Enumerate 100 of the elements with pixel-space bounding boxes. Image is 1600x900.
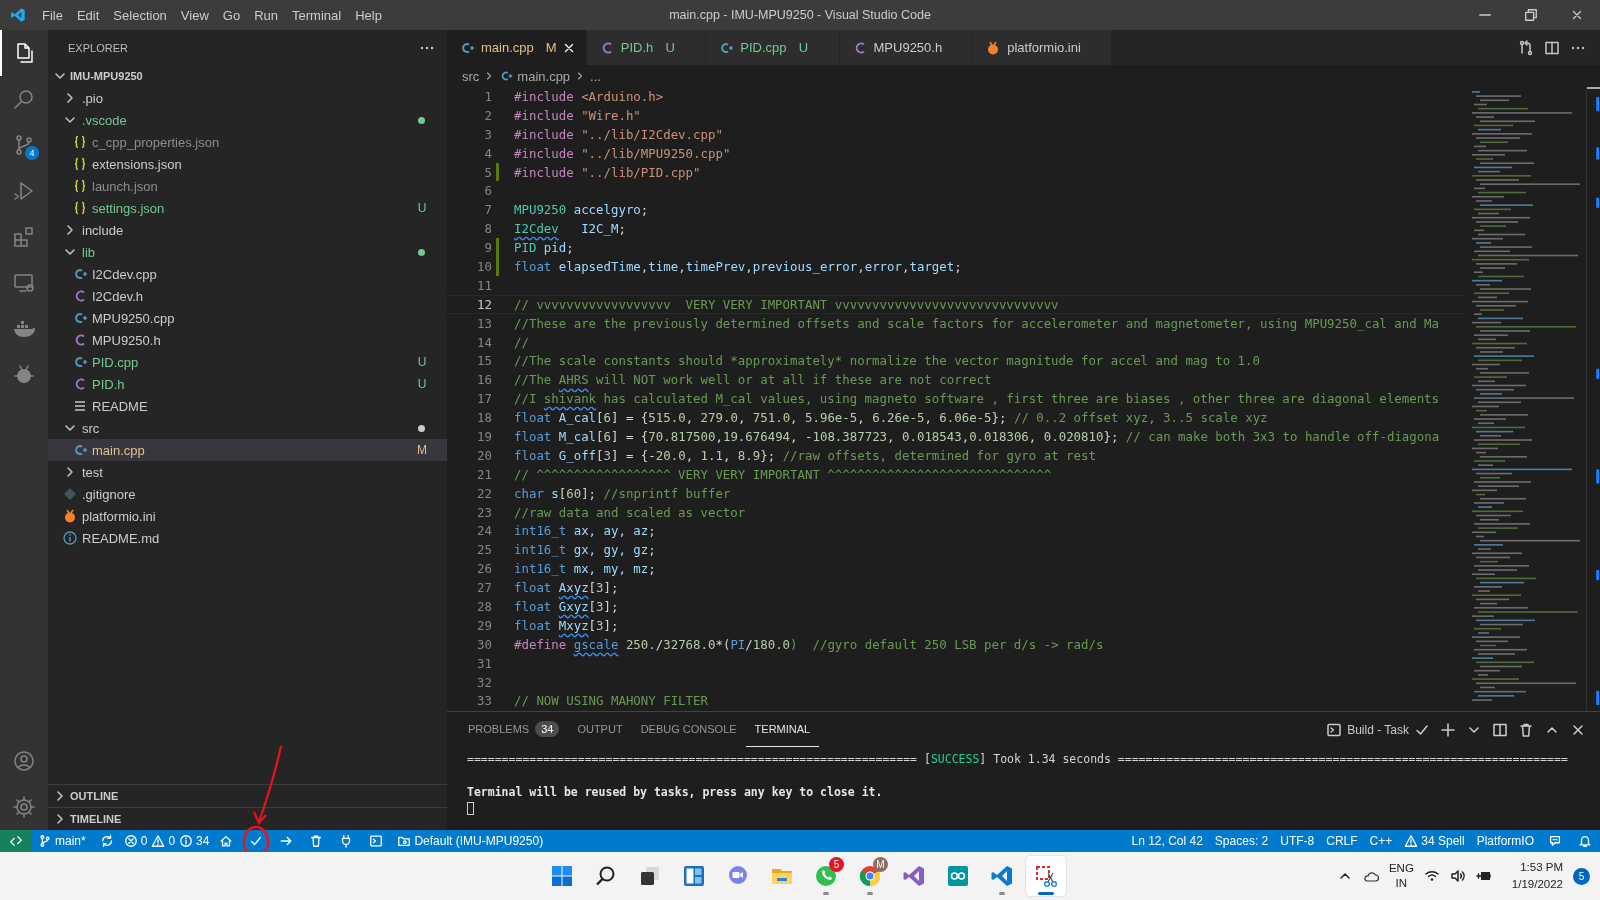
- explorer-row[interactable]: lib: [48, 241, 447, 263]
- remote-icon: [9, 834, 23, 848]
- restore-icon[interactable]: [1524, 8, 1538, 22]
- breadcrumb-item[interactable]: src: [462, 68, 480, 84]
- menu-item[interactable]: Edit: [69, 7, 107, 23]
- line-number: 29: [476, 617, 492, 633]
- language-indicator[interactable]: ENG: [1388, 861, 1414, 876]
- panel-tab[interactable]: TERMINAL: [745, 712, 820, 747]
- explorer-row[interactable]: PID.h U: [48, 373, 447, 395]
- close-icon[interactable]: [1570, 8, 1584, 22]
- explorer-row[interactable]: I2Cdev.cpp: [48, 263, 447, 285]
- clock-time[interactable]: 1:53 PM: [1520, 859, 1563, 876]
- editor-tab[interactable]: PID.h U: [586, 30, 707, 65]
- git-status: U: [416, 355, 428, 369]
- explorer-row[interactable]: README.md: [48, 527, 447, 549]
- folder-name: lib: [82, 244, 96, 260]
- menu-item[interactable]: Terminal: [285, 7, 349, 23]
- explorer-row[interactable]: platformio.ini: [48, 505, 447, 527]
- explorer-row[interactable]: settings.json U: [48, 197, 447, 219]
- editor-tab[interactable]: main.cpp M: [447, 30, 587, 65]
- status-item[interactable]: 0: [149, 830, 178, 852]
- menu-item[interactable]: File: [35, 7, 70, 23]
- split-icon[interactable]: [1492, 721, 1508, 738]
- breadcrumb-item[interactable]: main.cpp: [499, 68, 571, 84]
- section-header[interactable]: OUTLINE: [70, 790, 119, 802]
- menu-item[interactable]: View: [173, 7, 216, 23]
- explorer-row[interactable]: c_cpp_properties.json: [48, 131, 447, 153]
- explorer-row[interactable]: README: [48, 395, 447, 417]
- notification-badge[interactable]: 5: [1573, 867, 1590, 885]
- notification-badge: 5: [829, 857, 844, 872]
- explorer-row[interactable]: .pio: [48, 87, 447, 109]
- sync-icon[interactable]: [99, 834, 114, 848]
- editor-tab[interactable]: PID.cpp U: [706, 30, 840, 65]
- split-icon[interactable]: [1544, 39, 1560, 56]
- status-item[interactable]: C++: [1363, 830, 1399, 852]
- account-icon[interactable]: [12, 749, 36, 773]
- check-icon[interactable]: [249, 834, 264, 848]
- scissors-icon[interactable]: [1034, 864, 1058, 888]
- task-view-icon[interactable]: [638, 864, 662, 888]
- explorer-row[interactable]: main.cpp M: [48, 439, 447, 461]
- editor-tab[interactable]: platformio.ini: [973, 30, 1112, 65]
- explorer-row[interactable]: MPU9250.cpp: [48, 307, 447, 329]
- status-item[interactable]: 34 Spell: [1398, 830, 1471, 852]
- speaker-icon[interactable]: [1449, 868, 1466, 884]
- file-name: settings.json: [92, 200, 166, 216]
- monitor-icon[interactable]: [12, 271, 36, 295]
- infinity-icon[interactable]: [946, 864, 970, 888]
- status-item[interactable]: PlatformIO: [1470, 830, 1540, 852]
- play-bug-icon[interactable]: [12, 179, 36, 203]
- folder-name[interactable]: IMU-MPU9250: [70, 70, 143, 82]
- menu-item[interactable]: Selection: [106, 7, 174, 23]
- taskbar-button[interactable]: [1026, 856, 1066, 896]
- explorer-row[interactable]: MPU9250.h: [48, 329, 447, 351]
- line-number: 2: [483, 107, 492, 123]
- editor-tab[interactable]: MPU9250.h: [839, 30, 974, 65]
- task-selector[interactable]: Build - Task: [1326, 721, 1430, 738]
- status-item[interactable]: Default (IMU-MPU9250): [391, 830, 550, 852]
- section-header[interactable]: TIMELINE: [70, 813, 122, 825]
- menu-item[interactable]: Help: [348, 7, 389, 23]
- line-number: 5: [483, 164, 492, 180]
- remote-button[interactable]: [0, 830, 32, 852]
- start-icon[interactable]: [550, 864, 574, 888]
- language-indicator[interactable]: IN: [1395, 876, 1408, 891]
- status-item[interactable]: 0: [121, 830, 150, 852]
- explorer-row[interactable]: test: [48, 461, 447, 483]
- explorer-row[interactable]: extensions.json: [48, 153, 447, 175]
- status-item[interactable]: Spaces: 2: [1208, 830, 1275, 852]
- explorer-row[interactable]: .gitignore: [48, 483, 447, 505]
- menu-item[interactable]: Go: [215, 7, 248, 23]
- wifi-icon[interactable]: [1423, 868, 1440, 884]
- status-item[interactable]: CRLF: [1320, 830, 1364, 852]
- status-item[interactable]: Ln 12, Col 42: [1125, 830, 1209, 852]
- bell-icon[interactable]: [1578, 834, 1592, 848]
- plus-icon[interactable]: [1440, 721, 1456, 738]
- panel-tab[interactable]: OUTPUT: [568, 712, 632, 747]
- compare-icon[interactable]: [1518, 39, 1534, 56]
- explorer-row[interactable]: I2Cdev.h: [48, 285, 447, 307]
- explorer-row[interactable]: PID.cpp U: [48, 351, 447, 373]
- ribbon-icon[interactable]: [902, 864, 926, 888]
- ribbon-icon[interactable]: [990, 864, 1014, 888]
- panel-tab[interactable]: DEBUG CONSOLE: [631, 712, 746, 747]
- explorer-row[interactable]: include: [48, 219, 447, 241]
- panel-tab[interactable]: PROBLEMS 34: [459, 712, 569, 747]
- status-item[interactable]: UTF-8: [1274, 830, 1321, 852]
- terminal-icon[interactable]: [369, 834, 384, 848]
- clock-date[interactable]: 1/19/2022: [1511, 876, 1563, 893]
- blocks-icon[interactable]: [12, 225, 36, 249]
- menu-item[interactable]: Run: [247, 7, 285, 23]
- explorer-row[interactable]: launch.json: [48, 175, 447, 197]
- explorer-row[interactable]: src: [48, 417, 447, 439]
- arrow-icon[interactable]: [279, 834, 294, 848]
- explorer-row[interactable]: .vscode: [48, 109, 447, 131]
- status-item[interactable]: main*: [32, 830, 92, 852]
- settings-icon[interactable]: [12, 795, 36, 819]
- trash-icon[interactable]: [1518, 721, 1534, 738]
- status-item[interactable]: 34: [177, 830, 212, 852]
- breadcrumb-item[interactable]: ...: [590, 68, 601, 84]
- feedback-icon[interactable]: [1548, 834, 1562, 848]
- widgets-icon[interactable]: [682, 864, 706, 888]
- home-icon[interactable]: [219, 834, 234, 848]
